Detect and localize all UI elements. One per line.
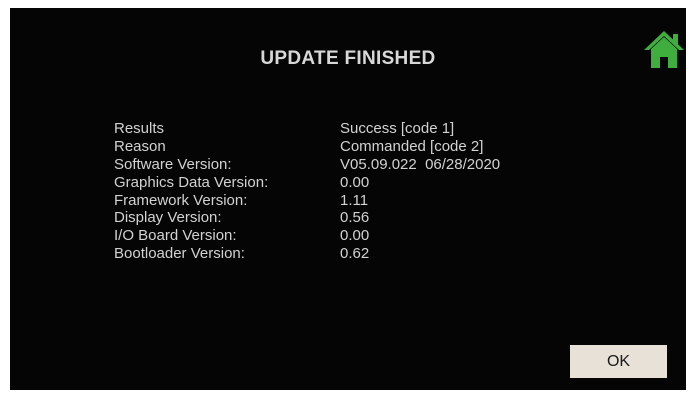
ok-button[interactable]: OK	[570, 345, 667, 378]
page-title: UPDATE FINISHED	[260, 48, 436, 69]
info-value: 1.11	[340, 191, 369, 209]
info-value: Commanded [code 2]	[340, 137, 484, 155]
info-label: Display Version:	[114, 209, 222, 227]
info-label: I/O Board Version:	[114, 227, 237, 245]
info-row-software-version: Software Version: V05.09.022 06/28/2020	[114, 156, 500, 174]
info-row-results: Results Success [code 1]	[114, 120, 500, 138]
info-value: V05.09.022 06/28/2020	[340, 155, 501, 173]
info-row-io-board-version: I/O Board Version: 0.00	[114, 227, 500, 245]
info-list: Results Success [code 1] Reason Commande…	[114, 120, 500, 263]
info-row-reason: Reason Commanded [code 2]	[114, 138, 500, 156]
info-label: Framework Version:	[114, 191, 248, 209]
home-icon	[644, 31, 684, 68]
info-label: Bootloader Version:	[114, 245, 245, 263]
info-row-graphics-data-version: Graphics Data Version: 0.00	[114, 174, 500, 192]
home-button[interactable]	[642, 28, 686, 72]
info-value: 0.00	[340, 173, 370, 191]
info-value: 0.56	[340, 209, 370, 227]
info-label: Graphics Data Version:	[114, 173, 269, 191]
info-label: Results	[114, 120, 165, 137]
update-dialog: UPDATE FINISHED Results Success [code 1]…	[10, 8, 686, 390]
info-value: 0.62	[340, 245, 370, 263]
info-value: 0.00	[340, 227, 370, 245]
info-row-bootloader-version: Bootloader Version: 0.62	[114, 245, 500, 263]
info-row-framework-version: Framework Version: 1.11	[114, 192, 500, 210]
info-label: Software Version:	[114, 155, 232, 173]
info-row-display-version: Display Version: 0.56	[114, 209, 500, 227]
info-value: Success [code 1]	[340, 120, 455, 137]
info-label: Reason	[114, 137, 166, 155]
